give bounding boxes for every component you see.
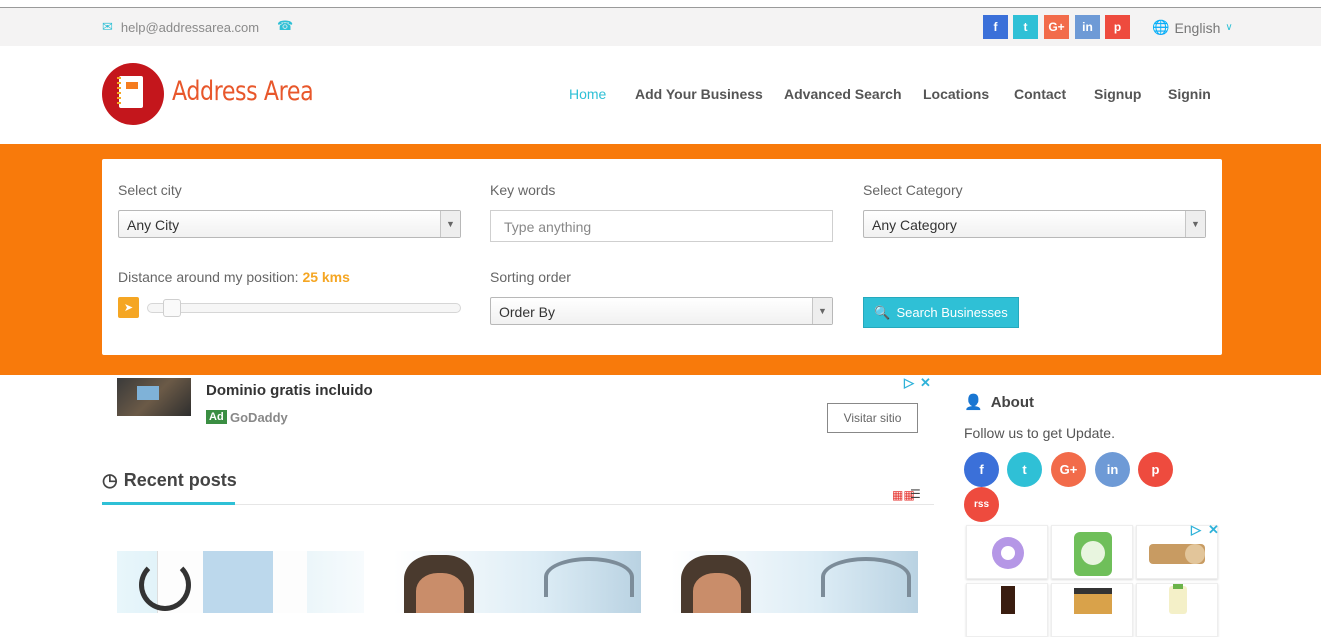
facebook-icon[interactable]: f xyxy=(983,15,1008,39)
ad-banner[interactable]: Dominio gratis incluido Ad GoDaddy Visit… xyxy=(117,378,934,438)
linkedin-icon[interactable]: in xyxy=(1075,15,1100,39)
keywords-input[interactable]: Type anything xyxy=(490,210,833,242)
ad-badge: Ad xyxy=(206,410,227,424)
search-button-label: Search Businesses xyxy=(896,305,1008,320)
distance-slider[interactable] xyxy=(147,299,461,317)
search-businesses-button[interactable]: 🔍 Search Businesses xyxy=(863,297,1019,328)
ad-close-icon[interactable]: ✕ xyxy=(1208,522,1219,538)
shopping-ad[interactable] xyxy=(966,525,1218,637)
post-card[interactable] xyxy=(117,551,364,613)
language-selector[interactable]: 🌐 English ∨ xyxy=(1152,19,1233,36)
nav-locations[interactable]: Locations xyxy=(923,86,989,102)
globe-icon: 🌐 xyxy=(1152,19,1170,35)
top-bar: ✉ help@addressarea.com ☎ f t G+ in p 🌐 E… xyxy=(0,8,1321,46)
linkedin-icon[interactable]: in xyxy=(1095,452,1130,487)
ad-visit-button[interactable]: Visitar sitio xyxy=(827,403,918,433)
about-text: Follow us to get Update. xyxy=(964,425,1115,441)
nav-home[interactable]: Home xyxy=(569,86,606,102)
product-tile[interactable] xyxy=(966,583,1048,637)
category-select[interactable]: Any Category ▼ xyxy=(863,210,1206,238)
ad-thumbnail xyxy=(117,378,191,416)
about-title: About xyxy=(990,393,1035,411)
sort-label: Sorting order xyxy=(490,269,571,285)
browser-edge xyxy=(0,0,1321,8)
user-icon: 👤 xyxy=(964,394,983,411)
nav-signin[interactable]: Signin xyxy=(1168,86,1211,102)
post-card[interactable] xyxy=(394,551,641,613)
location-arrow-icon[interactable]: ➤ xyxy=(118,297,139,318)
caret-down-icon: ▼ xyxy=(440,211,460,237)
contact-email[interactable]: ✉ help@addressarea.com xyxy=(102,19,259,35)
distance-label: Distance around my position: 25 kms xyxy=(118,269,350,285)
hero-search-band: Select city Any City ▼ Key words Type an… xyxy=(0,144,1321,375)
caret-down-icon: ▼ xyxy=(1185,211,1205,237)
pinterest-icon[interactable]: p xyxy=(1138,452,1173,487)
city-label: Select city xyxy=(118,182,182,198)
keywords-label: Key words xyxy=(490,182,556,198)
adchoices-icon[interactable]: ▷ xyxy=(1191,522,1201,538)
slider-handle[interactable] xyxy=(163,299,181,317)
product-tile[interactable] xyxy=(966,525,1048,579)
twitter-icon[interactable]: t xyxy=(1007,452,1042,487)
list-view-icon[interactable]: ☰ xyxy=(910,487,921,501)
category-select-value: Any Category xyxy=(872,217,957,233)
product-tile[interactable] xyxy=(1051,525,1133,579)
envelope-icon: ✉ xyxy=(102,19,113,34)
nav-add-your-business[interactable]: Add Your Business xyxy=(635,86,763,102)
sort-select-value: Order By xyxy=(499,304,556,320)
search-icon: 🔍 xyxy=(874,304,891,320)
facebook-icon[interactable]: f xyxy=(964,452,999,487)
about-heading: 👤 About xyxy=(964,393,1035,412)
adchoices-icon[interactable]: ▷ xyxy=(904,375,914,391)
post-card[interactable] xyxy=(671,551,918,613)
sort-select[interactable]: Order By ▼ xyxy=(490,297,833,325)
chevron-down-icon: ∨ xyxy=(1225,22,1233,33)
email-text: help@addressarea.com xyxy=(120,19,260,35)
language-label: English xyxy=(1174,19,1221,36)
nav-advanced-search[interactable]: Advanced Search xyxy=(784,86,902,102)
brand-name[interactable]: Address Area xyxy=(172,76,314,107)
pinterest-icon[interactable]: p xyxy=(1105,15,1130,39)
ad-advertiser: GoDaddy xyxy=(230,410,288,425)
rss-icon[interactable]: rss xyxy=(964,487,999,522)
nav-signup[interactable]: Signup xyxy=(1094,86,1141,102)
phone-icon[interactable]: ☎ xyxy=(277,18,293,34)
google-plus-icon[interactable]: G+ xyxy=(1051,452,1086,487)
search-panel: Select city Any City ▼ Key words Type an… xyxy=(102,159,1222,355)
recent-posts-heading: ◷ Recent posts xyxy=(102,470,237,491)
ad-headline[interactable]: Dominio gratis incluido xyxy=(206,382,373,399)
twitter-icon[interactable]: t xyxy=(1013,15,1038,39)
distance-value: 25 kms xyxy=(302,269,350,285)
heading-underline xyxy=(102,502,235,505)
product-tile[interactable] xyxy=(1136,525,1218,579)
nav-contact[interactable]: Contact xyxy=(1014,86,1066,102)
city-select[interactable]: Any City ▼ xyxy=(118,210,461,238)
caret-down-icon: ▼ xyxy=(812,298,832,324)
city-select-value: Any City xyxy=(127,217,180,233)
distance-label-text: Distance around my position: xyxy=(118,269,299,285)
brand-logo-icon[interactable] xyxy=(102,63,164,125)
recent-posts-title: Recent posts xyxy=(123,470,237,490)
clock-icon: ◷ xyxy=(102,470,118,490)
product-tile[interactable] xyxy=(1136,583,1218,637)
category-label: Select Category xyxy=(863,182,963,198)
site-header: Address Area Home Add Your Business Adva… xyxy=(0,46,1321,144)
google-plus-icon[interactable]: G+ xyxy=(1044,15,1069,39)
ad-close-icon[interactable]: ✕ xyxy=(920,375,931,391)
product-tile[interactable] xyxy=(1051,583,1133,637)
